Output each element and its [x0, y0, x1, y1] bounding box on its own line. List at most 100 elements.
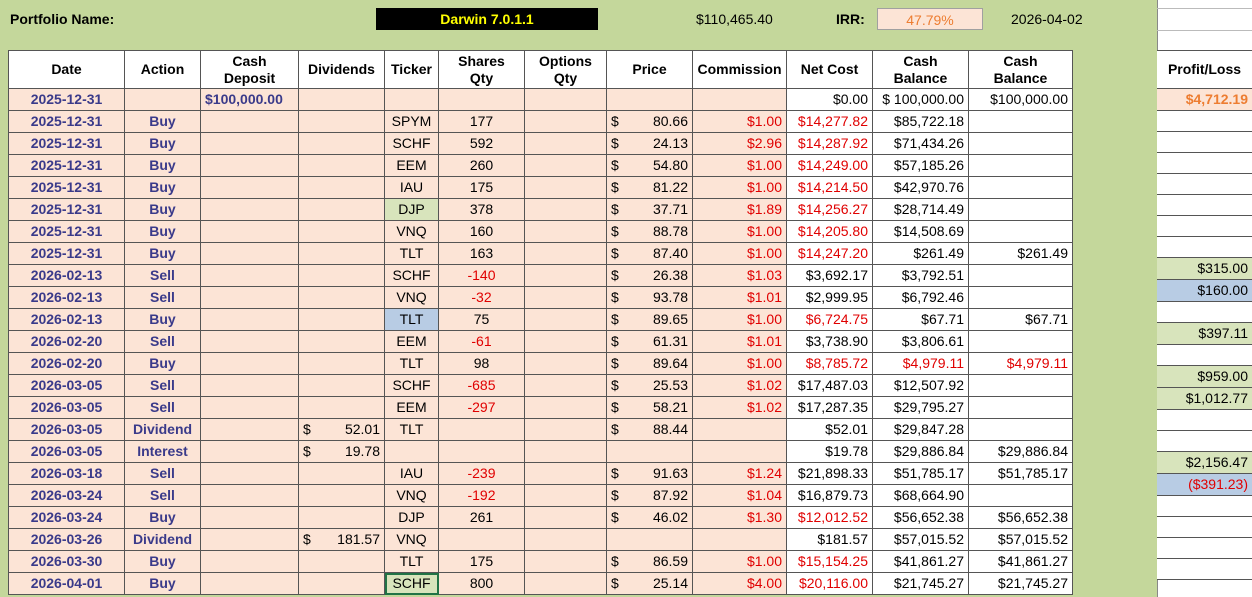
cell-action[interactable]: Buy — [124, 572, 201, 595]
cell-options[interactable] — [524, 110, 607, 133]
cell-price[interactable] — [606, 440, 693, 463]
cell-net-cost[interactable]: $14,287.92 — [786, 132, 873, 155]
cell-ticker[interactable]: SCHF — [384, 264, 439, 287]
cell-action[interactable]: Dividend — [124, 528, 201, 551]
cell-dividends[interactable] — [298, 506, 385, 529]
cell-commission[interactable]: $1.00 — [692, 176, 787, 199]
cell-profit-loss[interactable]: $4,712.19 — [1157, 88, 1252, 111]
cell-profit-loss[interactable] — [1157, 344, 1252, 366]
cell-cash-balance-2[interactable] — [968, 330, 1073, 353]
cell-net-cost[interactable]: $3,692.17 — [786, 264, 873, 287]
cell-price[interactable]: $61.31 — [606, 330, 693, 353]
cell-ticker[interactable]: SCHF — [384, 374, 439, 397]
cell-cash-deposit[interactable] — [200, 132, 299, 155]
cell-options[interactable] — [524, 154, 607, 177]
cell-options[interactable] — [524, 374, 607, 397]
cell-date[interactable]: 2025-12-31 — [8, 88, 125, 111]
cell-cash-balance-2[interactable] — [968, 110, 1073, 133]
cell-profit-loss[interactable] — [1157, 409, 1252, 431]
col-dividends[interactable]: Dividends — [298, 50, 385, 89]
cell-dividends[interactable] — [298, 88, 385, 111]
cell-cash-balance-2[interactable] — [968, 418, 1073, 441]
cell-cash-deposit[interactable] — [200, 198, 299, 221]
cell-ticker[interactable]: IAU — [384, 176, 439, 199]
cell-action[interactable]: Buy — [124, 110, 201, 133]
cell-shares[interactable]: -32 — [438, 286, 525, 309]
cell-date[interactable]: 2026-02-13 — [8, 308, 125, 331]
cell-commission[interactable]: $1.01 — [692, 330, 787, 353]
cell-shares[interactable]: 160 — [438, 220, 525, 243]
cell-shares[interactable]: 261 — [438, 506, 525, 529]
cell-cash-balance[interactable]: $29,847.28 — [872, 418, 969, 441]
cell-dividends[interactable] — [298, 264, 385, 287]
cell-action[interactable]: Sell — [124, 330, 201, 353]
cell-cash-deposit[interactable] — [200, 154, 299, 177]
cell-cash-balance-2[interactable]: $21,745.27 — [968, 572, 1073, 595]
cell-date[interactable]: 2025-12-31 — [8, 198, 125, 221]
cell-date[interactable]: 2025-12-31 — [8, 242, 125, 265]
cell-cash-balance[interactable]: $29,886.84 — [872, 440, 969, 463]
cell-cash-balance[interactable]: $ 100,000.00 — [872, 88, 969, 111]
cell-action[interactable]: Buy — [124, 506, 201, 529]
cell-dividends[interactable]: $181.57 — [298, 528, 385, 551]
cell-shares[interactable]: 592 — [438, 132, 525, 155]
cell-cash-deposit[interactable] — [200, 572, 299, 595]
cell-dividends[interactable] — [298, 154, 385, 177]
cell-cash-balance-2[interactable] — [968, 220, 1073, 243]
cell-action[interactable]: Interest — [124, 440, 201, 463]
cell-cash-balance-2[interactable]: $29,886.84 — [968, 440, 1073, 463]
cell-action[interactable] — [124, 88, 201, 111]
cell-action[interactable]: Sell — [124, 264, 201, 287]
cell-cash-balance[interactable]: $57,185.26 — [872, 154, 969, 177]
cell-commission[interactable]: $1.00 — [692, 220, 787, 243]
cell-cash-balance-2[interactable]: $41,861.27 — [968, 550, 1073, 573]
cell-net-cost[interactable]: $14,214.50 — [786, 176, 873, 199]
cell-cash-balance[interactable]: $29,795.27 — [872, 396, 969, 419]
cell-profit-loss[interactable]: $959.00 — [1157, 365, 1252, 388]
cell-shares[interactable] — [438, 440, 525, 463]
cell-price[interactable]: $89.65 — [606, 308, 693, 331]
cell-shares[interactable]: -297 — [438, 396, 525, 419]
cell-options[interactable] — [524, 528, 607, 551]
cell-date[interactable]: 2025-12-31 — [8, 110, 125, 133]
cell-dividends[interactable] — [298, 330, 385, 353]
cell-shares[interactable]: -685 — [438, 374, 525, 397]
cell-shares[interactable]: 378 — [438, 198, 525, 221]
cell-action[interactable]: Buy — [124, 550, 201, 573]
cell-net-cost[interactable]: $14,247.20 — [786, 242, 873, 265]
cell-cash-balance-2[interactable]: $56,652.38 — [968, 506, 1073, 529]
cell-cash-deposit[interactable] — [200, 418, 299, 441]
cell-dividends[interactable] — [298, 484, 385, 507]
cell-ticker[interactable] — [384, 440, 439, 463]
cell-date[interactable]: 2026-03-05 — [8, 374, 125, 397]
cell-net-cost[interactable]: $17,487.03 — [786, 374, 873, 397]
col-cash-balance-2[interactable]: Cash Balance — [968, 50, 1073, 89]
cell-cash-deposit[interactable] — [200, 506, 299, 529]
cell-price[interactable]: $86.59 — [606, 550, 693, 573]
cell-cash-balance[interactable]: $14,508.69 — [872, 220, 969, 243]
col-action[interactable]: Action — [124, 50, 201, 89]
cell-price[interactable]: $80.66 — [606, 110, 693, 133]
cell-dividends[interactable] — [298, 352, 385, 375]
cell-dividends[interactable] — [298, 220, 385, 243]
cell-commission[interactable]: $1.24 — [692, 462, 787, 485]
cell-dividends[interactable] — [298, 374, 385, 397]
cell-cash-deposit[interactable] — [200, 440, 299, 463]
cell-shares[interactable]: -61 — [438, 330, 525, 353]
cell-options[interactable] — [524, 198, 607, 221]
cell-shares[interactable]: 177 — [438, 110, 525, 133]
cell-date[interactable]: 2026-04-01 — [8, 572, 125, 595]
cell-options[interactable] — [524, 462, 607, 485]
cell-commission[interactable] — [692, 418, 787, 441]
cell-price[interactable]: $81.22 — [606, 176, 693, 199]
cell-ticker[interactable]: DJP — [384, 506, 439, 529]
cell-action[interactable]: Buy — [124, 352, 201, 375]
cell-profit-loss[interactable] — [1157, 495, 1252, 517]
cell-profit-loss[interactable] — [1157, 558, 1252, 580]
cell-date[interactable]: 2026-02-20 — [8, 352, 125, 375]
cell-ticker[interactable]: VNQ — [384, 484, 439, 507]
cell-price[interactable] — [606, 88, 693, 111]
cell-net-cost[interactable]: $3,738.90 — [786, 330, 873, 353]
cell-options[interactable] — [524, 286, 607, 309]
cell-cash-balance[interactable]: $261.49 — [872, 242, 969, 265]
